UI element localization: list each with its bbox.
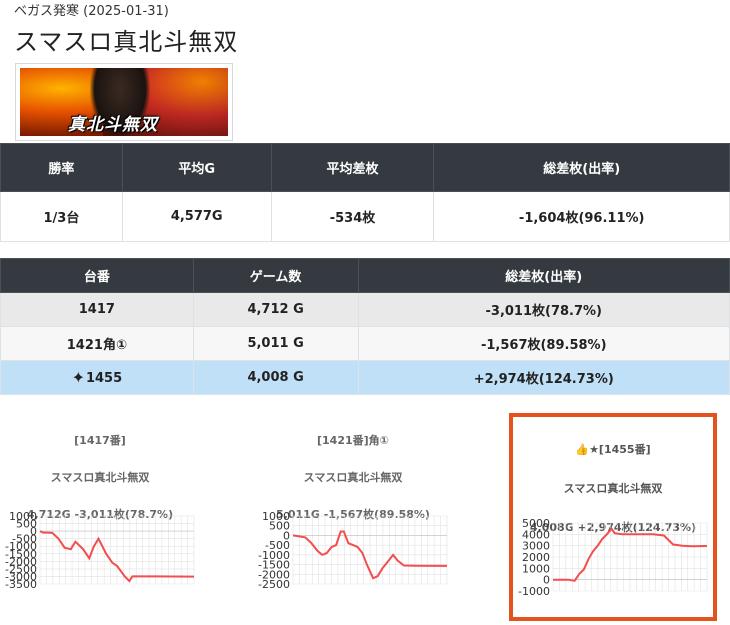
y-tick-label: -3500 xyxy=(5,578,37,590)
machine-banner-image: 真北斗無双 xyxy=(20,68,228,136)
machine-games: 4,712 G xyxy=(192,292,359,327)
graph-label: 👍★[1455番] xyxy=(575,443,651,456)
machine-diff: -3,011枚(78.7%) xyxy=(357,292,730,327)
machine-number: 1421角① xyxy=(0,326,194,361)
machine-games: 5,011 G xyxy=(192,326,359,361)
summary-win-rate: 1/3台 xyxy=(0,191,123,242)
graph-machine-name: スマスロ真北斗無双 xyxy=(563,482,663,495)
slump-graph: 10005000-500-1000-1500-2000-2500 xyxy=(258,510,448,590)
summary-header-avg-diff: 平均差枚 xyxy=(270,143,435,192)
summary-avg-diff: -534枚 xyxy=(270,191,435,242)
graph-label: [1421番]角① xyxy=(317,434,389,447)
summary-header-total-diff: 総差枚(出率) xyxy=(433,143,730,192)
graph-card-1455[interactable]: 👍★[1455番] スマスロ真北斗無双 4,008G +2,974枚(124.7… xyxy=(509,413,717,621)
graph-machine-name: スマスロ真北斗無双 xyxy=(50,471,150,484)
store-date-subtitle: ベガス発寒 (2025-01-31) xyxy=(14,4,169,19)
table-row[interactable]: ✦1455 4,008 G +2,974枚(124.73%) xyxy=(0,360,730,395)
machine-banner: 真北斗無双 xyxy=(15,63,233,141)
machine-diff: +2,974枚(124.73%) xyxy=(357,360,730,395)
sparkles-icon: ✦ xyxy=(71,368,85,387)
y-tick-label: -2500 xyxy=(258,578,290,590)
summary-avg-games: 4,577G xyxy=(121,191,272,242)
graph-machine-name: スマスロ真北斗無双 xyxy=(303,471,403,484)
slump-graph: 10005000-500-1000-1500-2000-2500-3000-35… xyxy=(5,510,195,590)
summary-table: 勝率 平均G 平均差枚 総差枚(出率) 1/3台 4,577G -534枚 -1… xyxy=(0,143,730,242)
machine-diff: -1,567枚(89.58%) xyxy=(357,326,730,361)
banner-logo: 真北斗無双 xyxy=(68,115,158,135)
machine-table: 台番 ゲーム数 総差枚(出率) 1417 4,712 G -3,011枚(78.… xyxy=(0,258,730,395)
graph-card-1421[interactable]: [1421番]角① スマスロ真北斗無双 5,011G -1,567枚(89.58… xyxy=(253,410,453,610)
summary-total-diff: -1,604枚(96.11%) xyxy=(433,191,730,242)
machine-number: 1417 xyxy=(0,292,194,327)
y-tick-label: -1000 xyxy=(518,585,550,597)
table-row[interactable]: 1417 4,712 G -3,011枚(78.7%) xyxy=(0,292,730,327)
page-title: スマスロ真北斗無双 xyxy=(14,28,239,56)
summary-header-win-rate: 勝率 xyxy=(0,143,123,192)
graph-card-1417[interactable]: [1417番] スマスロ真北斗無双 4,712G -3,011枚(78.7%) … xyxy=(0,410,200,610)
machine-games: 4,008 G xyxy=(192,360,359,395)
table-row[interactable]: 1421角① 5,011 G -1,567枚(89.58%) xyxy=(0,326,730,361)
machine-header-number: 台番 xyxy=(0,258,194,293)
machine-number: 1455 xyxy=(85,371,123,386)
machine-header-games: ゲーム数 xyxy=(192,258,359,293)
summary-header-avg-games: 平均G xyxy=(121,143,272,192)
graph-label: [1417番] xyxy=(74,434,126,447)
machine-header-diff: 総差枚(出率) xyxy=(357,258,730,293)
slump-graph: 500040003000200010000-1000 xyxy=(518,517,708,597)
